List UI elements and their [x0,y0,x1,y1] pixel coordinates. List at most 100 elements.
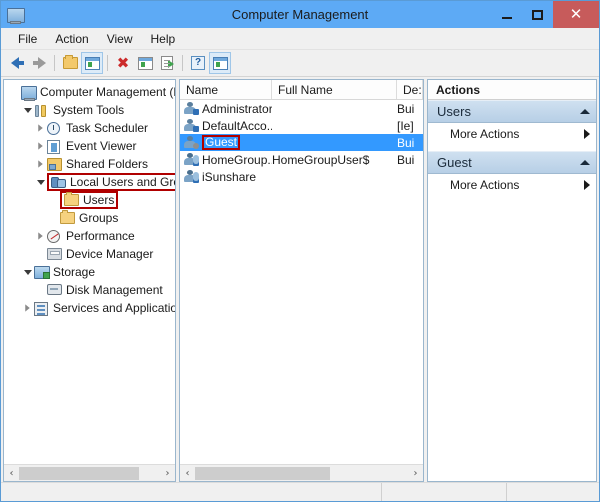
tree-node-storage[interactable]: Storage [4,263,175,281]
action-item-more-actions[interactable]: More Actions [428,174,596,195]
tree-scroll-right-button[interactable]: › [160,466,175,481]
minimize-button[interactable] [491,1,522,28]
cell-name-text: Guest [202,135,241,150]
properties-icon [137,56,153,70]
tree-node-label: Groups [79,211,119,225]
properties-button[interactable] [134,52,156,74]
tree-horizontal-scrollbar[interactable]: ‹ › [4,464,175,481]
tree-node-device-manager[interactable]: Device Manager [4,245,175,263]
tree-node-label: Computer Management (Local [40,85,175,99]
maximize-button[interactable] [522,1,553,28]
table-row[interactable]: DefaultAcco... [Ie] [180,117,423,134]
cell-full-name: HomeGroupUser$ [272,152,370,167]
tree-node-performance[interactable]: Performance [4,227,175,245]
storage-icon [34,265,50,279]
list-scroll-left-button[interactable]: ‹ [180,466,195,481]
column-header-description[interactable]: De: [397,80,423,99]
back-button[interactable] [6,52,28,74]
action-item-more-actions[interactable]: More Actions [428,123,596,144]
action-pane-icon [212,56,228,70]
chevron-right-icon[interactable] [34,232,47,240]
cell-name: DefaultAcco... [180,119,272,133]
tree-scroll-track[interactable] [19,466,160,481]
menu-action[interactable]: Action [46,30,97,48]
column-header-full-name[interactable]: Full Name [272,80,397,99]
cell-description: Bui [397,135,415,150]
menu-view[interactable]: View [98,30,142,48]
arrow-right-icon [32,57,46,69]
toolbar: ✖ ? [1,50,599,77]
actions-pane: Actions Users More Actions Guest More Actio… [427,79,597,482]
tree-node-content: System Tools [34,103,124,117]
list-scroll-right-button[interactable]: › [408,466,423,481]
chevron-down-icon[interactable] [21,269,34,275]
computer-icon [21,85,37,101]
tree-scroll-left-button[interactable]: ‹ [4,466,19,481]
delete-button[interactable]: ✖ [112,52,134,74]
console-tree[interactable]: Computer Management (Local System Tools Ta… [4,80,175,464]
table-row[interactable]: HomeGroup... HomeGroupUser$ Bui [180,151,423,168]
chevron-right-icon[interactable] [34,142,47,150]
chevron-right-icon[interactable] [21,304,34,312]
cell-name: Administrator [180,102,272,116]
tree-node-event-viewer[interactable]: Event Viewer [4,137,175,155]
chevron-right-icon[interactable] [34,160,47,168]
tree-node-content: Event Viewer [47,139,136,154]
show-hide-action-pane-button[interactable] [209,52,231,74]
list-horizontal-scrollbar[interactable]: ‹ › [180,464,423,481]
tree-node-content: Shared Folders [47,157,148,171]
chevron-up-icon[interactable] [580,109,590,114]
delete-x-icon: ✖ [116,53,130,72]
tree-node-groups[interactable]: Groups [4,209,175,227]
local-users-groups-icon [51,175,67,189]
cell-name-text: DefaultAcco... [202,118,272,133]
tree-node-disk-management[interactable]: Disk Management [4,281,175,299]
tree-node-shared-folders[interactable]: Shared Folders [4,155,175,173]
menu-file[interactable]: File [9,30,46,48]
event-viewer-icon [47,139,63,154]
menu-bar: File Action View Help [1,28,599,50]
table-row[interactable]: Administrator Bui [180,100,423,117]
cell-name-text: iSunshare [202,169,257,184]
chevron-right-icon[interactable] [34,124,47,132]
chevron-down-icon[interactable] [34,179,47,185]
actions-section-header-guest[interactable]: Guest [428,151,596,174]
chevron-down-icon[interactable] [21,107,34,113]
cell-description: [Ie] [397,118,414,133]
actions-section-gap [428,144,596,151]
close-icon: ✕ [569,5,583,23]
tree-node-label: Device Manager [66,247,154,261]
tree-scroll-thumb[interactable] [19,466,139,480]
tree-node-local-users-and-groups[interactable]: Local Users and Groups [4,173,175,191]
column-header-name[interactable]: Name [180,80,272,99]
user-icon [184,102,199,115]
forward-button[interactable] [28,52,50,74]
users-list[interactable]: Administrator Bui DefaultAcco... [Ie] Guest B… [180,100,423,464]
show-hide-console-tree-button[interactable] [81,52,103,74]
tree-node-computer-management-local[interactable]: Computer Management (Local [4,83,175,101]
tree-node-users[interactable]: Users [4,191,175,209]
tree-node-system-tools[interactable]: System Tools [4,101,175,119]
device-manager-icon [47,247,63,261]
chevron-up-icon[interactable] [580,160,590,165]
menu-help[interactable]: Help [142,30,185,48]
actions-section-title: Users [437,104,471,119]
up-one-level-button[interactable] [59,52,81,74]
guest-user-icon [184,136,199,149]
table-row[interactable]: Guest Bui [180,134,423,151]
title-bar: Computer Management ✕ [1,1,599,28]
cell-description: Bui [397,101,415,116]
tree-node-content: Computer Management (Local [21,85,175,101]
list-scroll-track[interactable] [195,466,408,481]
cell-name: iSunshare [180,170,272,184]
close-button[interactable]: ✕ [553,1,599,28]
tree-node-content: Groups [60,210,119,225]
export-list-button[interactable] [156,52,178,74]
list-scroll-thumb[interactable] [195,466,330,480]
table-row[interactable]: iSunshare [180,168,423,185]
tree-node-services-and-applications[interactable]: Services and Applications [4,299,175,317]
help-button[interactable]: ? [187,52,209,74]
actions-section-header-users[interactable]: Users [428,100,596,123]
maximize-icon [532,9,543,20]
tree-node-task-scheduler[interactable]: Task Scheduler [4,119,175,137]
